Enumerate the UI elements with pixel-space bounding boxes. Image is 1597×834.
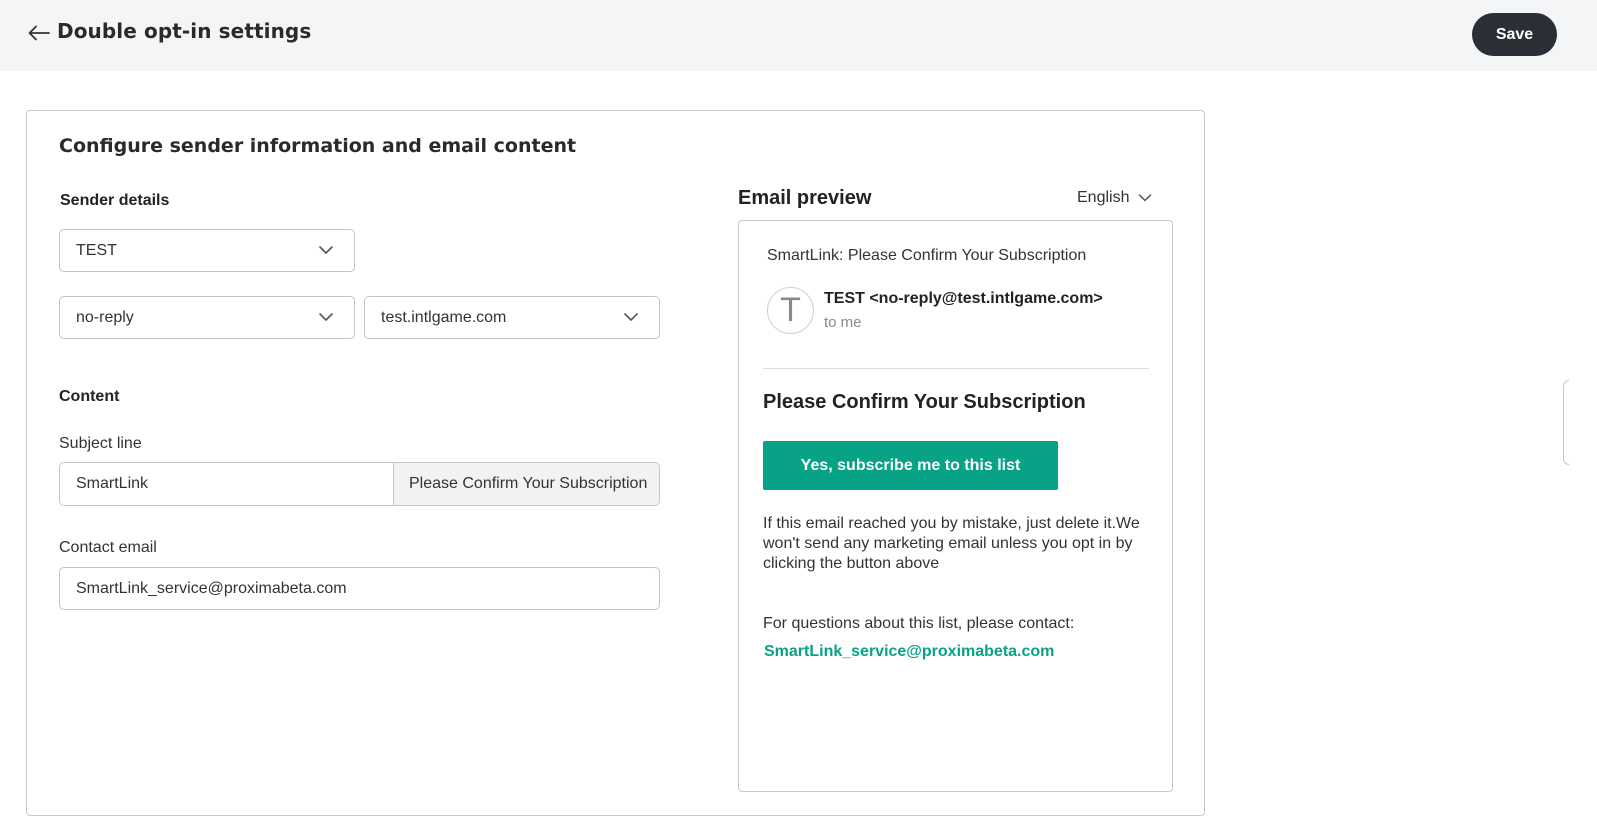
sender-name-select[interactable]: TEST	[59, 229, 355, 272]
side-panel-handle[interactable]	[1563, 380, 1569, 465]
preview-recipient: to me	[824, 314, 862, 331]
language-value: English	[1077, 189, 1130, 206]
sender-domain-value: test.intlgame.com	[381, 308, 507, 326]
chevron-down-icon	[319, 313, 333, 321]
email-preview-box: SmartLink: Please Confirm Your Subscript…	[738, 220, 1173, 792]
back-button[interactable]	[26, 20, 52, 46]
page-title: Double opt-in settings	[57, 19, 312, 43]
arrow-left-icon	[28, 25, 50, 41]
contact-email-label: Contact email	[59, 539, 157, 556]
sender-domain-select[interactable]: test.intlgame.com	[364, 296, 660, 339]
preview-heading: Please Confirm Your Subscription	[763, 391, 1086, 413]
subject-line-label: Subject line	[59, 435, 142, 452]
subject-prefix-input[interactable]: SmartLink	[60, 463, 394, 505]
content-label: Content	[59, 388, 120, 405]
sender-name-value: TEST	[76, 241, 117, 259]
preview-divider	[763, 368, 1149, 369]
preview-contact-link[interactable]: SmartLink_service@proximabeta.com	[764, 643, 1054, 661]
save-button[interactable]: Save	[1472, 13, 1557, 56]
sender-local-part-value: no-reply	[76, 308, 134, 326]
preview-subject: SmartLink: Please Confirm Your Subscript…	[767, 247, 1087, 264]
sender-details-label: Sender details	[60, 192, 170, 209]
preview-questions: For questions about this list, please co…	[763, 615, 1075, 632]
top-bar: Double opt-in settings Save	[0, 0, 1597, 71]
subscribe-button[interactable]: Yes, subscribe me to this list	[763, 441, 1058, 490]
chevron-down-icon	[1139, 194, 1152, 202]
language-select[interactable]: English	[1077, 189, 1152, 207]
card-title: Configure sender information and email c…	[59, 135, 577, 157]
settings-card: Configure sender information and email c…	[26, 110, 1205, 816]
preview-note: If this email reached you by mistake, ju…	[763, 515, 1140, 572]
preview-sender: TEST <no-reply@test.intlgame.com>	[824, 290, 1103, 307]
chevron-down-icon	[624, 313, 638, 321]
chevron-down-icon	[319, 246, 333, 254]
contact-email-input[interactable]: SmartLink_service@proximabeta.com	[59, 567, 660, 610]
subject-line-field: SmartLink Please Confirm Your Subscripti…	[59, 462, 660, 506]
email-preview-title: Email preview	[738, 187, 872, 209]
subject-text-input[interactable]: Please Confirm Your Subscription	[394, 463, 659, 505]
sender-local-part-select[interactable]: no-reply	[59, 296, 355, 339]
avatar: T	[767, 287, 814, 334]
